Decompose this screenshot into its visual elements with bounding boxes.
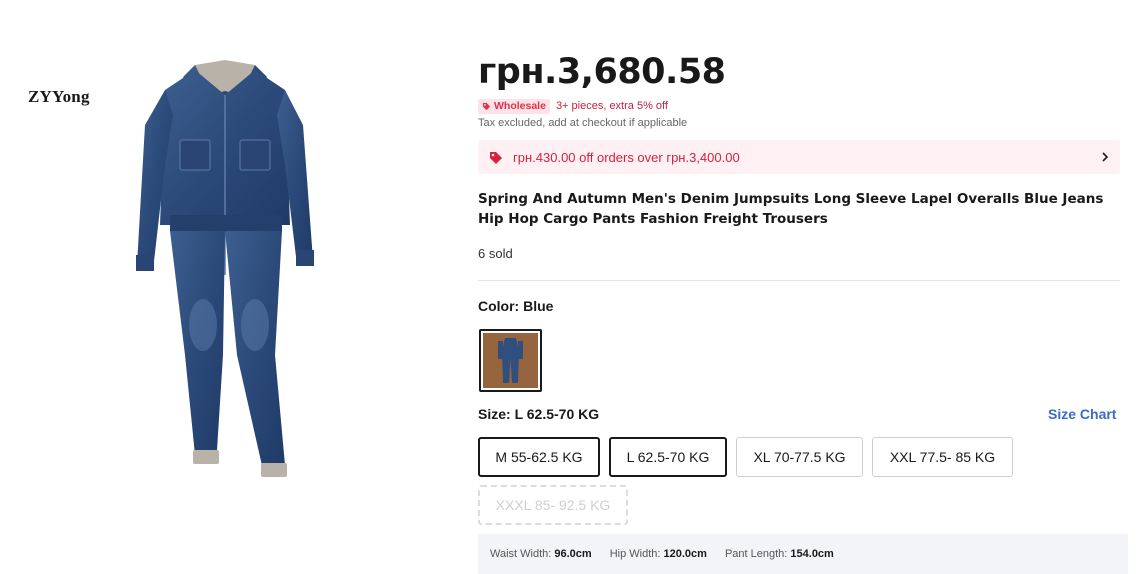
- hip-value: 120.0cm: [663, 548, 707, 560]
- hip-label: Hip Width:: [609, 548, 661, 560]
- hip-measurement: Hip Width: 120.0cm: [610, 548, 707, 560]
- wholesale-badge: Wholesale: [478, 98, 550, 114]
- divider: [478, 280, 1120, 281]
- coupon-tag-icon: [490, 152, 502, 164]
- waist-value: 96.0cm: [554, 548, 592, 560]
- size-option-xxxl[interactable]: XXXL 85- 92.5 KG: [478, 485, 628, 525]
- size-options-row: M 55-62.5 KG L 62.5-70 KG XL 70-77.5 KG …: [478, 437, 1013, 477]
- waist-measurement: Waist Width: 96.0cm: [490, 548, 592, 560]
- size-option-xxl[interactable]: XXL 77.5- 85 KG: [872, 437, 1013, 477]
- waist-label: Waist Width:: [490, 548, 552, 560]
- size-label: Size: L 62.5-70 KG: [478, 406, 600, 422]
- product-title: Spring And Autumn Men's Denim Jumpsuits …: [478, 191, 1104, 227]
- length-label: Pant Length:: [724, 548, 788, 560]
- product-photo: [136, 60, 314, 477]
- coupon-bar[interactable]: грн.430.00 off orders over грн.3,400.00: [478, 140, 1120, 174]
- length-value: 154.0cm: [790, 548, 834, 560]
- wholesale-note: 3+ pieces, extra 5% off: [555, 100, 668, 112]
- tag-icon: [482, 102, 491, 110]
- wholesale-badge-label: Wholesale: [494, 100, 546, 112]
- coupon-text: грн.430.00 off orders over грн.3,400.00: [513, 149, 740, 165]
- size-option-xl[interactable]: XL 70-77.5 KG: [736, 437, 863, 477]
- wholesale-row: Wholesale 3+ pieces, extra 5% off: [478, 98, 668, 114]
- size-options-row: XXXL 85- 92.5 KG: [478, 485, 628, 525]
- size-option-l[interactable]: L 62.5-70 KG: [609, 437, 727, 477]
- size-option-m[interactable]: M 55-62.5 KG: [478, 437, 600, 477]
- color-option-blue[interactable]: [479, 329, 542, 392]
- measurements-bar: Waist Width: 96.0cm Hip Width: 120.0cm P…: [478, 534, 1128, 574]
- product-image-area[interactable]: ZYYong: [0, 0, 460, 574]
- brand-watermark: ZYYong: [28, 87, 90, 106]
- color-label: Color: Blue: [478, 298, 554, 314]
- chevron-right-icon[interactable]: [1100, 151, 1110, 163]
- size-chart-link[interactable]: Size Chart: [1048, 406, 1116, 422]
- length-measurement: Pant Length: 154.0cm: [725, 548, 834, 560]
- color-swatch-thumbnail: [483, 333, 538, 388]
- sold-count: 6 sold: [478, 246, 513, 261]
- tax-note: Tax excluded, add at checkout if applica…: [478, 117, 688, 129]
- product-price: грн.3,680.58: [478, 52, 726, 92]
